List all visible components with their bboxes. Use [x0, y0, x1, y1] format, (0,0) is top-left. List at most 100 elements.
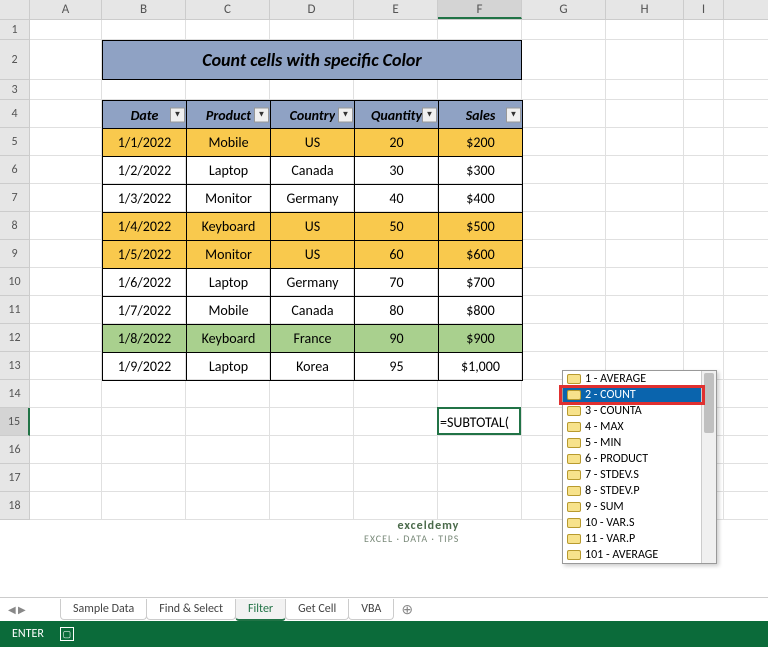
row-header-8[interactable]: 8 — [0, 212, 30, 240]
select-all-corner[interactable] — [0, 0, 30, 19]
cell[interactable]: 1/3/2022 — [103, 185, 187, 213]
row-header-13[interactable]: 13 — [0, 352, 30, 380]
cell[interactable]: 40 — [355, 185, 439, 213]
cell[interactable]: US — [271, 129, 355, 157]
cell[interactable]: 1/8/2022 — [103, 325, 187, 353]
autocomplete-item[interactable]: 8 - STDEV.P — [563, 483, 716, 499]
row-header-5[interactable]: 5 — [0, 128, 30, 156]
filter-dropdown-button[interactable]: ▼ — [506, 107, 521, 122]
macro-record-icon[interactable]: ▢ — [60, 627, 74, 641]
cell[interactable]: 1/4/2022 — [103, 213, 187, 241]
autocomplete-item[interactable]: 101 - AVERAGE — [563, 547, 716, 563]
autocomplete-item[interactable]: 5 - MIN — [563, 435, 716, 451]
cell[interactable]: 90 — [355, 325, 439, 353]
table-row[interactable]: 1/5/2022MonitorUS60$600 — [103, 241, 523, 269]
autocomplete-item[interactable]: 7 - STDEV.S — [563, 467, 716, 483]
cell[interactable]: 1/1/2022 — [103, 129, 187, 157]
cell[interactable]: Keyboard — [187, 325, 271, 353]
row-header-9[interactable]: 9 — [0, 240, 30, 268]
filter-dropdown-button[interactable]: ▼ — [422, 107, 437, 122]
col-header-G[interactable]: G — [522, 0, 606, 19]
col-header-cell[interactable]: Quantity▼ — [355, 101, 439, 129]
autocomplete-item[interactable]: 4 - MAX — [563, 419, 716, 435]
row-header-18[interactable]: 18 — [0, 492, 30, 520]
table-row[interactable]: 1/1/2022MobileUS20$200 — [103, 129, 523, 157]
cell[interactable]: Keyboard — [187, 213, 271, 241]
cell[interactable]: 1/9/2022 — [103, 353, 187, 381]
autocomplete-item[interactable]: 9 - SUM — [563, 499, 716, 515]
table-row[interactable]: 1/3/2022MonitorGermany40$400 — [103, 185, 523, 213]
row-header-11[interactable]: 11 — [0, 296, 30, 324]
cell[interactable]: France — [271, 325, 355, 353]
cell[interactable]: $200 — [439, 129, 523, 157]
cell[interactable]: Laptop — [187, 157, 271, 185]
cell[interactable]: US — [271, 241, 355, 269]
col-header-B[interactable]: B — [102, 0, 186, 19]
cell[interactable]: 50 — [355, 213, 439, 241]
table-row[interactable]: 1/6/2022LaptopGermany70$700 — [103, 269, 523, 297]
row-header-10[interactable]: 10 — [0, 268, 30, 296]
cell[interactable]: 20 — [355, 129, 439, 157]
col-header-F[interactable]: F — [438, 0, 522, 19]
row-header-1[interactable]: 1 — [0, 20, 30, 40]
cell[interactable]: $1,000 — [439, 353, 523, 381]
cell[interactable]: 95 — [355, 353, 439, 381]
row-header-15[interactable]: 15 — [0, 408, 30, 436]
cell[interactable]: 1/7/2022 — [103, 297, 187, 325]
cell[interactable]: Monitor — [187, 241, 271, 269]
cell[interactable]: Canada — [271, 297, 355, 325]
col-header-cell[interactable]: Product▼ — [187, 101, 271, 129]
sheet-tab[interactable]: Find & Select — [146, 599, 236, 620]
cell[interactable]: Monitor — [187, 185, 271, 213]
cell[interactable]: Mobile — [187, 129, 271, 157]
autocomplete-scrollbar[interactable] — [701, 371, 716, 563]
cell[interactable]: US — [271, 213, 355, 241]
sheet-tab[interactable]: VBA — [348, 599, 394, 620]
add-sheet-button[interactable]: ⊕ — [401, 601, 413, 618]
cell[interactable]: $500 — [439, 213, 523, 241]
cell[interactable]: 30 — [355, 157, 439, 185]
cell[interactable]: Canada — [271, 157, 355, 185]
row-header-6[interactable]: 6 — [0, 156, 30, 184]
cell[interactable]: $600 — [439, 241, 523, 269]
cell[interactable]: 1/5/2022 — [103, 241, 187, 269]
col-header-D[interactable]: D — [270, 0, 354, 19]
cell[interactable]: Laptop — [187, 353, 271, 381]
row-header-7[interactable]: 7 — [0, 184, 30, 212]
table-row[interactable]: 1/7/2022MobileCanada80$800 — [103, 297, 523, 325]
cell[interactable]: 80 — [355, 297, 439, 325]
col-header-I[interactable]: I — [684, 0, 724, 19]
autocomplete-item[interactable]: 1 - AVERAGE — [563, 371, 716, 387]
autocomplete-item[interactable]: 2 - COUNT — [563, 387, 716, 403]
col-header-cell[interactable]: Sales▼ — [439, 101, 523, 129]
cell[interactable]: 60 — [355, 241, 439, 269]
table-row[interactable]: 1/8/2022KeyboardFrance90$900 — [103, 325, 523, 353]
col-header-cell[interactable]: Date▼ — [103, 101, 187, 129]
cell[interactable]: $900 — [439, 325, 523, 353]
table-row[interactable]: 1/9/2022LaptopKorea95$1,000 — [103, 353, 523, 381]
autocomplete-item[interactable]: 6 - PRODUCT — [563, 451, 716, 467]
tab-nav-arrows[interactable]: ◀ ▶ — [8, 603, 26, 616]
sheet-tab[interactable]: Get Cell — [285, 599, 349, 620]
cell[interactable]: $700 — [439, 269, 523, 297]
cell[interactable]: $400 — [439, 185, 523, 213]
cell[interactable]: 1/2/2022 — [103, 157, 187, 185]
table-row[interactable]: 1/4/2022KeyboardUS50$500 — [103, 213, 523, 241]
col-header-E[interactable]: E — [354, 0, 438, 19]
autocomplete-item[interactable]: 3 - COUNTA — [563, 403, 716, 419]
cell[interactable]: $800 — [439, 297, 523, 325]
col-header-C[interactable]: C — [186, 0, 270, 19]
row-header-16[interactable]: 16 — [0, 436, 30, 464]
cell[interactable]: Mobile — [187, 297, 271, 325]
row-header-2[interactable]: 2 — [0, 40, 30, 80]
cell[interactable]: $300 — [439, 157, 523, 185]
row-header-3[interactable]: 3 — [0, 80, 30, 100]
filter-dropdown-button[interactable]: ▼ — [338, 107, 353, 122]
row-header-17[interactable]: 17 — [0, 464, 30, 492]
cell[interactable]: Laptop — [187, 269, 271, 297]
col-header-cell[interactable]: Country▼ — [271, 101, 355, 129]
sheet-tab[interactable]: Sample Data — [60, 599, 147, 620]
cell[interactable]: Germany — [271, 269, 355, 297]
filter-dropdown-button[interactable]: ▼ — [254, 107, 269, 122]
function-autocomplete[interactable]: 1 - AVERAGE2 - COUNT3 - COUNTA4 - MAX5 -… — [562, 370, 717, 564]
